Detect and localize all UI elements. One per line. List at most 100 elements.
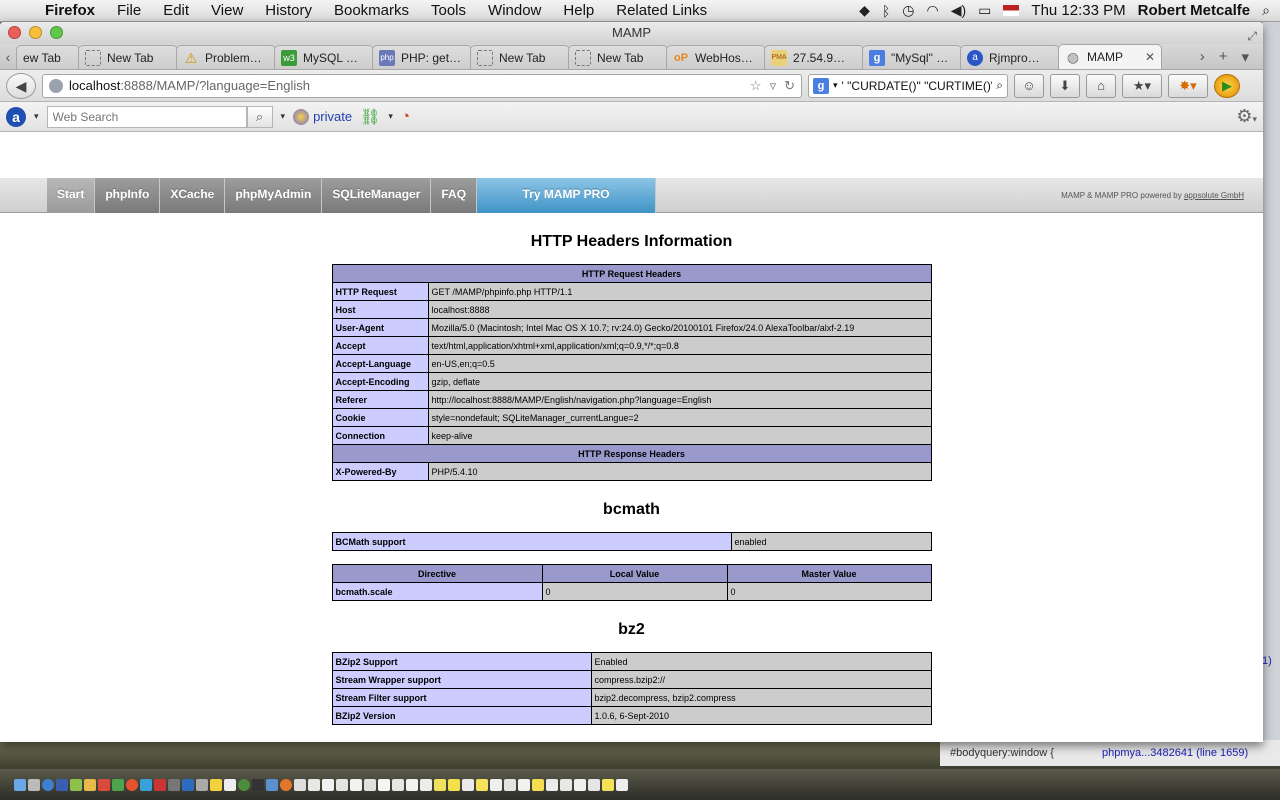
url-bar[interactable]: localhost:8888/MAMP/?language=English ☆ …	[42, 73, 802, 98]
alexa-icon[interactable]: a	[6, 106, 26, 127]
tab[interactable]: New Tab	[78, 45, 178, 69]
dock-app-icon[interactable]	[560, 778, 572, 791]
menu-view[interactable]: View	[200, 2, 254, 19]
background-source-link[interactable]: phpmya...3482641 (line 1659)	[1102, 747, 1248, 759]
dock-app-icon[interactable]	[406, 778, 418, 791]
dock-app-icon[interactable]	[364, 778, 376, 791]
web-search-dropdown-icon[interactable]: ▾	[281, 111, 286, 122]
dock-app-icon[interactable]	[70, 778, 82, 791]
menu-app-name[interactable]: Firefox	[34, 2, 106, 19]
dock-app-icon[interactable]	[154, 778, 166, 791]
dock-app-icon[interactable]	[168, 778, 180, 791]
dock-app-icon[interactable]	[420, 778, 432, 791]
dock-app-icon[interactable]	[42, 778, 54, 791]
nav-phpinfo[interactable]: phpInfo	[95, 178, 161, 213]
firebug-icon[interactable]: ✸▾	[1168, 73, 1208, 98]
tab[interactable]: New Tab	[568, 45, 668, 69]
history-dropdown-icon[interactable]: ▿	[770, 78, 777, 94]
dock-app-icon[interactable]	[280, 778, 292, 791]
tab[interactable]: w3 MySQL …	[274, 45, 374, 69]
menu-file[interactable]: File	[106, 2, 152, 19]
bookmarks-menu-icon[interactable]: ★▾	[1122, 73, 1162, 98]
wifi-icon[interactable]: ◠	[927, 2, 939, 19]
nav-faq[interactable]: FAQ	[431, 178, 478, 213]
search-input[interactable]: ' "CURDATE()" "CURTIME()"	[842, 79, 993, 93]
reload-icon[interactable]: ↻	[784, 78, 795, 94]
dock-app-icon[interactable]	[378, 778, 390, 791]
dock-app-icon[interactable]	[336, 778, 348, 791]
back-button[interactable]: ◀	[6, 72, 36, 99]
new-tab-icon[interactable]: +	[1219, 48, 1228, 66]
dock-app-icon[interactable]	[126, 778, 138, 791]
volume-icon[interactable]: ◀)	[951, 2, 966, 19]
dock-app-icon[interactable]	[238, 778, 250, 791]
dock-app-icon[interactable]	[350, 778, 362, 791]
dock-app-icon[interactable]	[616, 778, 628, 791]
window-close-button[interactable]	[8, 26, 21, 39]
nav-start[interactable]: Start	[47, 178, 96, 213]
gear-icon[interactable]: ⚙▾	[1236, 106, 1257, 127]
module-title-bz2[interactable]: bz2	[332, 621, 932, 639]
search-icon[interactable]: ⌕	[996, 78, 1003, 93]
menu-history[interactable]: History	[254, 2, 323, 19]
dock-app-icon[interactable]	[182, 778, 194, 791]
tab[interactable]: oP WebHos…	[666, 45, 766, 69]
tab[interactable]: ew Tab	[16, 45, 80, 69]
window-zoom-button[interactable]	[50, 26, 63, 39]
dock-app-icon[interactable]	[588, 778, 600, 791]
try-mamp-pro-button[interactable]: Try MAMP PRO	[477, 178, 657, 213]
dock-app-icon[interactable]	[476, 778, 488, 791]
dropbox-icon[interactable]: ◆	[859, 2, 870, 19]
appsolute-link[interactable]: appsolute GmbH	[1184, 191, 1244, 200]
dock-app-icon[interactable]	[224, 778, 236, 791]
bookmark-star-icon[interactable]: ☆	[750, 78, 762, 94]
dock-app-icon[interactable]	[56, 778, 68, 791]
module-title-bcmath[interactable]: bcmath	[332, 501, 932, 519]
search-bar[interactable]: g ▾ ' "CURDATE()" "CURTIME()" ⌕	[808, 73, 1008, 98]
dock-app-icon[interactable]	[28, 778, 40, 791]
menu-window[interactable]: Window	[477, 2, 552, 19]
tab[interactable]: g "MySql" …	[862, 45, 962, 69]
dock-app-icon[interactable]	[602, 778, 614, 791]
dock-app-icon[interactable]	[518, 778, 530, 791]
menu-bookmarks[interactable]: Bookmarks	[323, 2, 420, 19]
timer-icon[interactable]: ◔	[401, 108, 410, 125]
close-tab-icon[interactable]: ✕	[1145, 50, 1155, 64]
dock-app-icon[interactable]	[294, 778, 306, 791]
dock-app-icon[interactable]	[462, 778, 474, 791]
web-search-button-icon[interactable]: ⌕	[246, 105, 273, 128]
tab-scroll-left-icon[interactable]: ‹	[0, 49, 16, 65]
dock-app-icon[interactable]	[308, 778, 320, 791]
globe-icon[interactable]	[49, 78, 63, 93]
dock-app-icon[interactable]	[574, 778, 586, 791]
dock-app-icon[interactable]	[98, 778, 110, 791]
dock-finder-icon[interactable]	[14, 778, 26, 791]
flag-icon[interactable]	[1003, 5, 1020, 16]
sync-icon[interactable]: ☺	[1014, 73, 1044, 98]
menu-help[interactable]: Help	[552, 2, 605, 19]
tab[interactable]: PMA 27.54.9…	[764, 45, 864, 69]
web-search-input[interactable]	[46, 105, 247, 128]
bluetooth-icon[interactable]: ᛒ	[882, 3, 890, 19]
dock-app-icon[interactable]	[196, 778, 208, 791]
dock-app-icon[interactable]	[252, 778, 264, 791]
google-search-engine-icon[interactable]: g	[813, 77, 829, 94]
home-icon[interactable]: ⌂	[1086, 73, 1116, 98]
battery-icon[interactable]: ▭	[978, 2, 991, 19]
dock-app-icon[interactable]	[210, 778, 222, 791]
dock-app-icon[interactable]	[140, 778, 152, 791]
tab[interactable]: php PHP: get…	[372, 45, 472, 69]
dock-app-icon[interactable]	[322, 778, 334, 791]
tab[interactable]: ⚠ Problem…	[176, 45, 276, 69]
dock-app-icon[interactable]	[392, 778, 404, 791]
link-icon[interactable]: ⛓	[360, 107, 380, 127]
menu-related-links[interactable]: Related Links	[605, 2, 718, 19]
dock-app-icon[interactable]	[434, 778, 446, 791]
search-dropdown-icon[interactable]: ▾	[833, 80, 838, 91]
menubar-user[interactable]: Robert Metcalfe	[1138, 2, 1251, 19]
link-dropdown-icon[interactable]: ▾	[388, 111, 393, 122]
nav-phpmyadmin[interactable]: phpMyAdmin	[225, 178, 323, 213]
dock-app-icon[interactable]	[112, 778, 124, 791]
menu-edit[interactable]: Edit	[152, 2, 200, 19]
dock-app-icon[interactable]	[266, 778, 278, 791]
